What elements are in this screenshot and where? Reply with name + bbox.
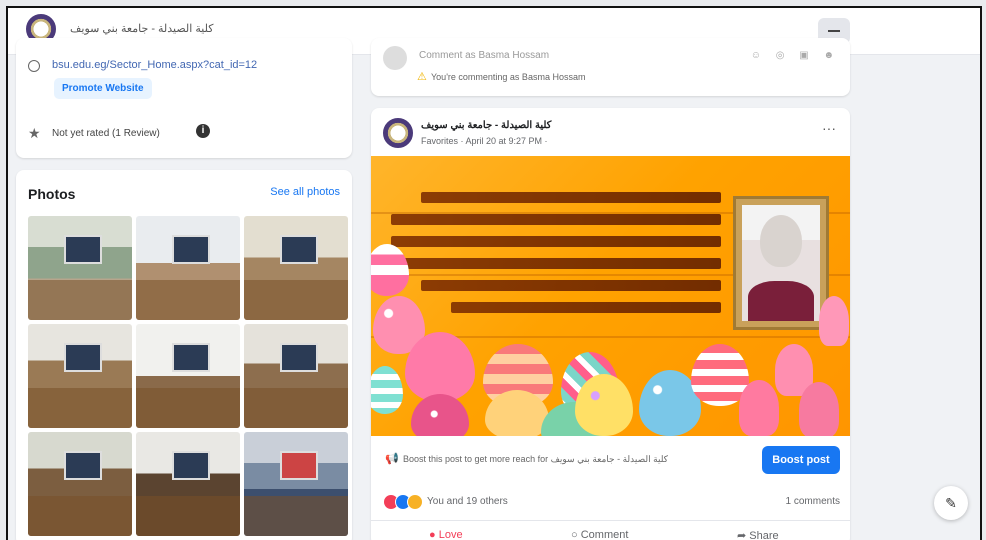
megaphone-icon: 📢: [385, 453, 399, 465]
photos-card: Photos See all photos: [16, 170, 352, 540]
share-button[interactable]: ➦ Share: [737, 529, 779, 540]
comment-icon: ○: [571, 529, 578, 540]
love-label: Love: [438, 529, 463, 540]
photo-thumbnail[interactable]: [136, 432, 240, 536]
rating-text: Not yet rated (1 Review): [52, 128, 160, 139]
portrait-photo: [742, 205, 820, 321]
boost-bar: 📢 Boost this post to get more reach for …: [371, 440, 850, 478]
post-avatar[interactable]: [383, 118, 413, 148]
easter-egg: [411, 394, 469, 436]
page-name[interactable]: كلية الصيدلة - جامعة بني سويف: [70, 22, 213, 35]
about-card: bsu.edu.eg/Sector_Home.aspx?cat_id=12 Pr…: [16, 38, 352, 158]
reactions-bar[interactable]: You and 19 others 1 comments: [371, 490, 850, 514]
post-actions: ● Love ○ Comment ➦ Share: [371, 520, 850, 540]
greeting-text-line: [391, 258, 721, 269]
greeting-text-line: [421, 280, 721, 291]
boost-post-button[interactable]: Boost post: [762, 446, 840, 474]
reactions-text[interactable]: You and 19 others: [427, 496, 508, 507]
compose-icon[interactable]: ✎: [934, 486, 968, 520]
comments-count[interactable]: 1 comments: [786, 496, 840, 507]
photo-thumbnail[interactable]: [244, 432, 348, 536]
more-options-icon[interactable]: ···: [822, 120, 836, 136]
tulip-flower: [799, 382, 839, 436]
photo-grid: [28, 216, 348, 536]
minus-icon: [828, 30, 840, 32]
greeting-text-line: [421, 192, 721, 203]
globe-icon: [28, 60, 40, 72]
post-card: كلية الصيدلة - جامعة بني سويف Favorites …: [371, 108, 850, 540]
see-all-photos-link[interactable]: See all photos: [270, 186, 340, 198]
photo-thumbnail[interactable]: [136, 324, 240, 428]
share-icon: ➦: [737, 530, 747, 540]
commenting-as-notice: You're commenting as Basma Hossam: [431, 72, 586, 82]
photo-thumbnail[interactable]: [28, 432, 132, 536]
easter-egg: [371, 244, 409, 296]
easter-egg: [371, 366, 403, 414]
easter-egg: [405, 332, 475, 402]
love-button[interactable]: ● Love: [429, 529, 463, 540]
photo-thumbnail[interactable]: [136, 216, 240, 320]
post-meta: Favorites · April 20 at 9:27 PM ·: [421, 136, 548, 146]
tulip-flower: [739, 380, 779, 436]
care-reaction-icon: [407, 494, 423, 510]
tulip-flower: [819, 296, 849, 346]
photo-thumbnail[interactable]: [244, 324, 348, 428]
photos-title: Photos: [28, 186, 76, 202]
info-icon[interactable]: i: [196, 124, 210, 138]
easter-egg: [575, 374, 633, 436]
post-page-name[interactable]: كلية الصيدلة - جامعة بني سويف: [421, 120, 551, 131]
comment-input[interactable]: Comment as Basma Hossam: [419, 50, 549, 61]
promote-website-button[interactable]: Promote Website: [54, 78, 152, 99]
boost-text: Boost this post to get more reach for كل…: [403, 454, 668, 464]
star-icon: ★: [28, 125, 41, 141]
heart-icon: ●: [429, 529, 436, 540]
photo-thumbnail[interactable]: [244, 216, 348, 320]
comment-button[interactable]: ○ Comment: [571, 529, 628, 540]
avatar: [383, 46, 407, 70]
photo-thumbnail[interactable]: [28, 216, 132, 320]
post-image[interactable]: [371, 156, 850, 436]
website-link[interactable]: bsu.edu.eg/Sector_Home.aspx?cat_id=12: [52, 59, 257, 71]
greeting-text-line: [451, 302, 721, 313]
warning-icon: ⚠: [417, 71, 427, 83]
portrait-frame: [733, 196, 829, 330]
share-label: Share: [749, 530, 779, 540]
browser-frame: كلية الصيدلة - جامعة بني سويف bsu.edu.eg…: [6, 6, 982, 540]
comment-card: Comment as Basma Hossam ☺ ◎ ▣ ☻ ⚠ You're…: [371, 38, 850, 96]
photo-thumbnail[interactable]: [28, 324, 132, 428]
comment-label: Comment: [580, 529, 629, 540]
greeting-text-line: [391, 214, 721, 225]
greeting-text-line: [391, 236, 721, 247]
comment-tools[interactable]: ☺ ◎ ▣ ☻: [751, 50, 840, 61]
